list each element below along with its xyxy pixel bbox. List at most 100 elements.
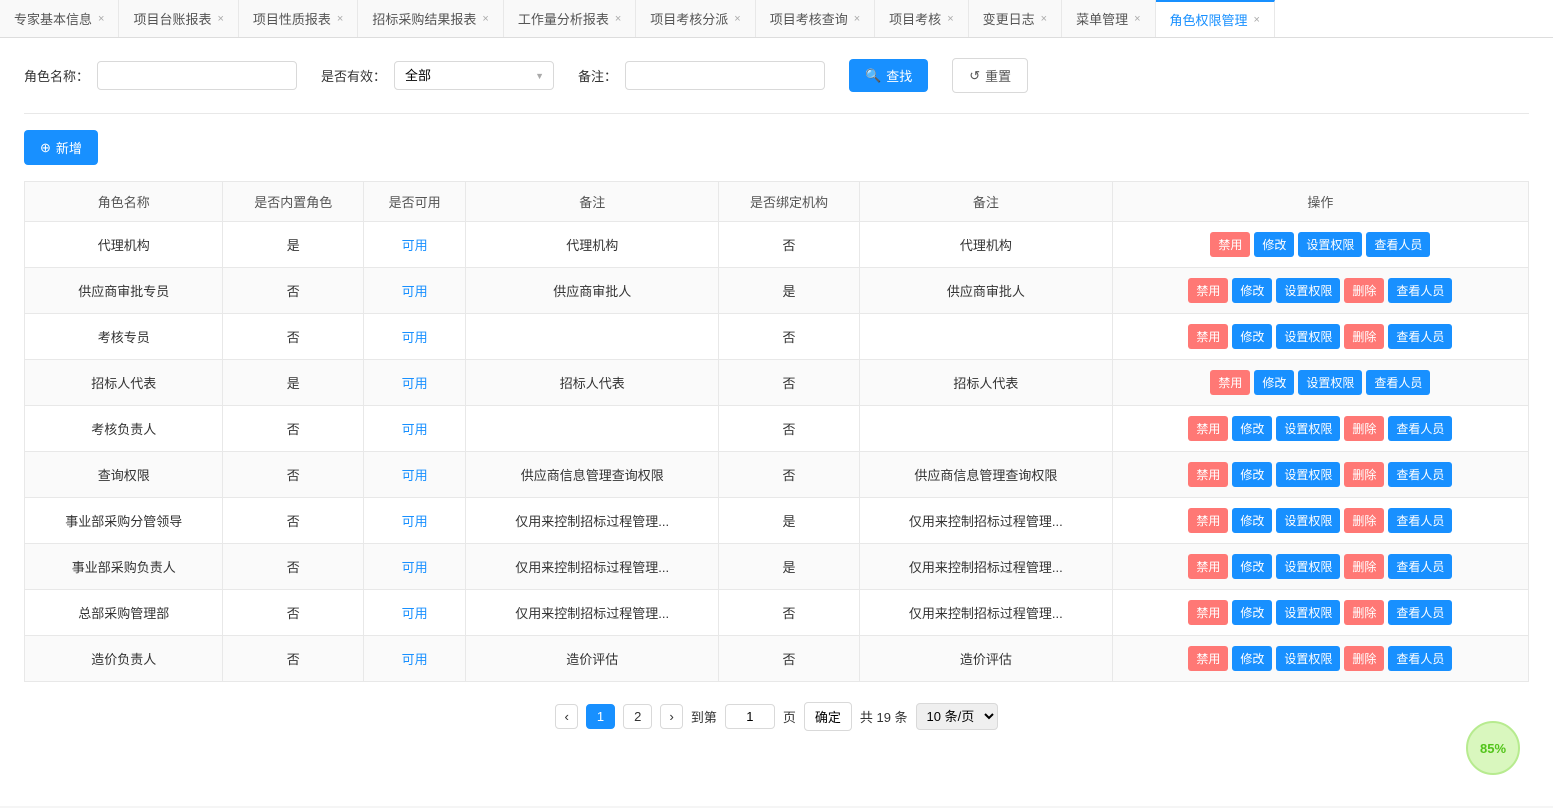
disable-btn-3[interactable]: 禁用 <box>1210 370 1250 395</box>
cell-8-0: 总部采购管理部 <box>25 590 223 636</box>
tab-close-icon[interactable]: × <box>615 13 621 25</box>
permission-btn-6[interactable]: 设置权限 <box>1276 508 1340 533</box>
view-btn-1[interactable]: 查看人员 <box>1388 278 1452 303</box>
tab-item-9[interactable]: 菜单管理× <box>1062 0 1155 37</box>
tab-item-1[interactable]: 项目台账报表× <box>119 0 238 37</box>
delete-btn-5[interactable]: 删除 <box>1344 462 1384 487</box>
permission-btn-2[interactable]: 设置权限 <box>1276 324 1340 349</box>
tab-item-8[interactable]: 变更日志× <box>969 0 1062 37</box>
disable-btn-8[interactable]: 禁用 <box>1188 600 1228 625</box>
edit-btn-7[interactable]: 修改 <box>1232 554 1272 579</box>
view-btn-9[interactable]: 查看人员 <box>1388 646 1452 671</box>
tab-close-icon[interactable]: × <box>217 13 223 25</box>
tab-close-icon[interactable]: × <box>734 13 740 25</box>
view-btn-3[interactable]: 查看人员 <box>1366 370 1430 395</box>
cell-3-5: 招标人代表 <box>859 360 1112 406</box>
delete-btn-1[interactable]: 删除 <box>1344 278 1384 303</box>
disable-btn-9[interactable]: 禁用 <box>1188 646 1228 671</box>
edit-btn-8[interactable]: 修改 <box>1232 600 1272 625</box>
disable-btn-4[interactable]: 禁用 <box>1188 416 1228 441</box>
permission-btn-1[interactable]: 设置权限 <box>1276 278 1340 303</box>
tab-item-0[interactable]: 专家基本信息× <box>0 0 119 37</box>
is-valid-select[interactable]: 全部 是 否 <box>394 61 554 90</box>
tab-item-6[interactable]: 项目考核查询× <box>756 0 875 37</box>
disable-btn-7[interactable]: 禁用 <box>1188 554 1228 579</box>
tab-item-10[interactable]: 角色权限管理× <box>1156 0 1275 37</box>
goto-input[interactable] <box>725 704 775 729</box>
goto-confirm-button[interactable]: 确定 <box>804 702 852 731</box>
tab-item-3[interactable]: 招标采购结果报表× <box>358 0 503 37</box>
page-2-button[interactable]: 2 <box>623 704 652 729</box>
disable-btn-6[interactable]: 禁用 <box>1188 508 1228 533</box>
cell-3-3: 招标人代表 <box>466 360 719 406</box>
tab-close-icon[interactable]: × <box>947 13 953 25</box>
permission-btn-0[interactable]: 设置权限 <box>1298 232 1362 257</box>
cell-4-5 <box>859 406 1112 452</box>
tab-item-2[interactable]: 项目性质报表× <box>239 0 358 37</box>
disable-btn-0[interactable]: 禁用 <box>1210 232 1250 257</box>
edit-btn-0[interactable]: 修改 <box>1254 232 1294 257</box>
tab-item-5[interactable]: 项目考核分派× <box>636 0 755 37</box>
edit-btn-6[interactable]: 修改 <box>1232 508 1272 533</box>
delete-btn-7[interactable]: 删除 <box>1344 554 1384 579</box>
next-page-button[interactable]: › <box>660 704 682 729</box>
tab-close-icon[interactable]: × <box>854 13 860 25</box>
permission-btn-8[interactable]: 设置权限 <box>1276 600 1340 625</box>
per-page-select[interactable]: 10 条/页 20 条/页 50 条/页 <box>916 703 998 730</box>
tab-close-icon[interactable]: × <box>1134 13 1140 25</box>
cell-2-4: 否 <box>719 314 860 360</box>
available-status: 可用 <box>402 560 428 575</box>
permission-btn-7[interactable]: 设置权限 <box>1276 554 1340 579</box>
edit-btn-2[interactable]: 修改 <box>1232 324 1272 349</box>
view-btn-2[interactable]: 查看人员 <box>1388 324 1452 349</box>
view-btn-7[interactable]: 查看人员 <box>1388 554 1452 579</box>
delete-btn-8[interactable]: 删除 <box>1344 600 1384 625</box>
tab-close-icon[interactable]: × <box>1254 14 1260 26</box>
disable-btn-1[interactable]: 禁用 <box>1188 278 1228 303</box>
view-btn-0[interactable]: 查看人员 <box>1366 232 1430 257</box>
view-btn-5[interactable]: 查看人员 <box>1388 462 1452 487</box>
available-status: 可用 <box>402 514 428 529</box>
cell-0-4: 否 <box>719 222 860 268</box>
search-button[interactable]: 🔍 查找 <box>849 59 928 92</box>
permission-btn-9[interactable]: 设置权限 <box>1276 646 1340 671</box>
cell-5-2: 可用 <box>364 452 466 498</box>
tab-close-icon[interactable]: × <box>482 13 488 25</box>
reset-button[interactable]: ↺ 重置 <box>952 58 1028 93</box>
tab-item-4[interactable]: 工作量分析报表× <box>504 0 636 37</box>
delete-btn-9[interactable]: 删除 <box>1344 646 1384 671</box>
delete-btn-6[interactable]: 删除 <box>1344 508 1384 533</box>
edit-btn-5[interactable]: 修改 <box>1232 462 1272 487</box>
tab-close-icon[interactable]: × <box>337 13 343 25</box>
view-btn-8[interactable]: 查看人员 <box>1388 600 1452 625</box>
col-header-3: 备注 <box>466 182 719 222</box>
page-1-button[interactable]: 1 <box>586 704 615 729</box>
prev-page-button[interactable]: ‹ <box>555 704 577 729</box>
permission-btn-3[interactable]: 设置权限 <box>1298 370 1362 395</box>
view-btn-4[interactable]: 查看人员 <box>1388 416 1452 441</box>
table-row: 事业部采购分管领导否可用仅用来控制招标过程管理...是仅用来控制招标过程管理..… <box>25 498 1529 544</box>
tab-item-7[interactable]: 项目考核× <box>875 0 968 37</box>
edit-btn-9[interactable]: 修改 <box>1232 646 1272 671</box>
action-cell-5: 禁用修改设置权限删除查看人员 <box>1112 452 1528 498</box>
remark-input[interactable] <box>625 61 825 90</box>
remark-label: 备注： <box>578 66 617 85</box>
available-status: 可用 <box>402 238 428 253</box>
cell-2-5 <box>859 314 1112 360</box>
disable-btn-2[interactable]: 禁用 <box>1188 324 1228 349</box>
delete-btn-2[interactable]: 删除 <box>1344 324 1384 349</box>
disable-btn-5[interactable]: 禁用 <box>1188 462 1228 487</box>
action-cell-8: 禁用修改设置权限删除查看人员 <box>1112 590 1528 636</box>
delete-btn-4[interactable]: 删除 <box>1344 416 1384 441</box>
role-name-input[interactable] <box>97 61 297 90</box>
edit-btn-3[interactable]: 修改 <box>1254 370 1294 395</box>
edit-btn-1[interactable]: 修改 <box>1232 278 1272 303</box>
permission-btn-5[interactable]: 设置权限 <box>1276 462 1340 487</box>
tab-close-icon[interactable]: × <box>98 13 104 25</box>
view-btn-6[interactable]: 查看人员 <box>1388 508 1452 533</box>
edit-btn-4[interactable]: 修改 <box>1232 416 1272 441</box>
tab-close-icon[interactable]: × <box>1041 13 1047 25</box>
permission-btn-4[interactable]: 设置权限 <box>1276 416 1340 441</box>
add-button[interactable]: ⊕ 新增 <box>24 130 98 165</box>
cell-1-0: 供应商审批专员 <box>25 268 223 314</box>
